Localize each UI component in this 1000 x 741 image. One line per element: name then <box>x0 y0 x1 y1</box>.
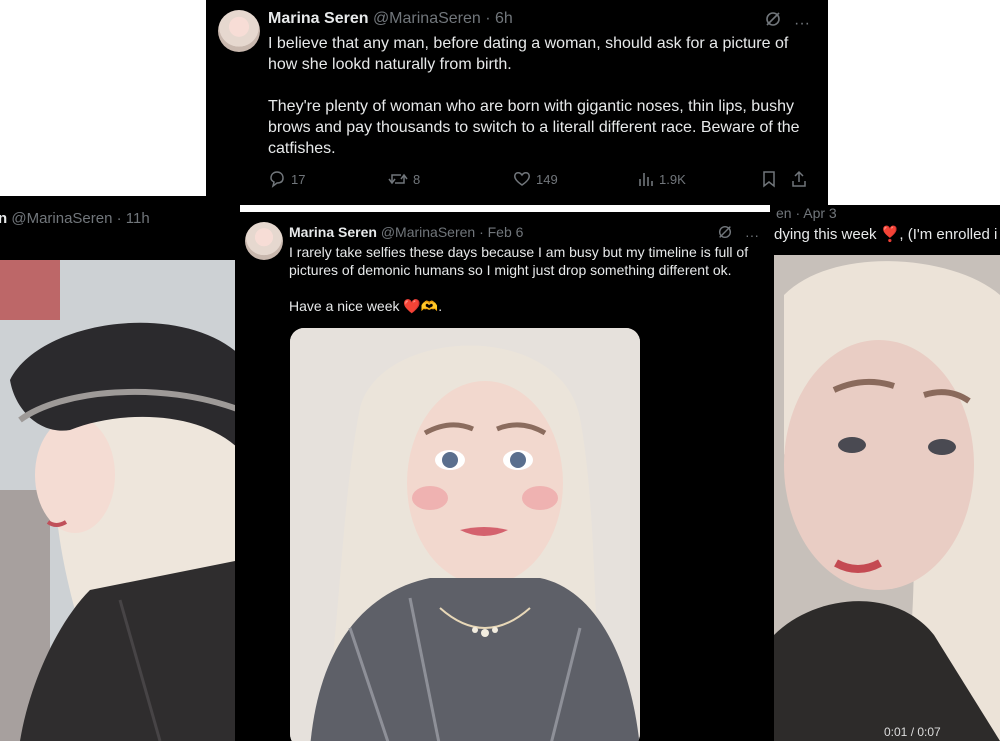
views-icon <box>636 170 654 188</box>
author-handle[interactable]: @MarinaSeren · Feb 6 <box>381 224 524 240</box>
photo-illustration <box>0 260 240 741</box>
author-name-partial[interactable]: n <box>0 210 7 227</box>
tweet-paragraph: They're plenty of woman who are born wit… <box>268 98 800 157</box>
avatar[interactable] <box>245 222 283 260</box>
views-count: 1.9K <box>659 171 686 187</box>
tweet-actions: 17 8 149 1.9K <box>268 170 810 194</box>
tweet-top-icons: ··· <box>764 10 810 33</box>
tweet-text: I believe that any man, before dating a … <box>268 33 818 180</box>
repost-button[interactable]: 8 <box>388 170 420 188</box>
more-icon[interactable]: ··· <box>745 227 759 243</box>
author-name[interactable]: Marina Seren <box>268 10 368 27</box>
tweet-top-icons: ··· <box>717 224 759 243</box>
reply-count: 17 <box>291 171 306 187</box>
video-timestamp: 0:01 / 0:07 <box>884 725 941 739</box>
photo-illustration <box>290 328 640 741</box>
reply-icon <box>268 170 286 188</box>
like-icon <box>513 170 531 188</box>
tweet-card-left[interactable]: n @MarinaSeren · 11h <box>0 196 240 741</box>
repost-icon <box>388 170 408 188</box>
tweet-photo[interactable] <box>290 328 640 741</box>
like-count: 149 <box>536 171 558 187</box>
tweet-header-partial[interactable]: en · Apr 3 <box>776 205 837 221</box>
avatar[interactable] <box>218 10 260 52</box>
bookmark-icon <box>760 170 778 188</box>
more-icon[interactable]: ··· <box>794 15 810 32</box>
tweet-text: I rarely take selfies these days because… <box>289 243 759 333</box>
author-handle[interactable]: @MarinaSeren · 6h <box>373 10 513 27</box>
tweet-paragraph: I rarely take selfies these days because… <box>289 244 749 278</box>
tweet-card-top[interactable]: Marina Seren @MarinaSeren · 6h ··· I bel… <box>206 0 828 205</box>
tweet-header: n @MarinaSeren · 11h <box>0 210 150 227</box>
tweet-photo[interactable] <box>0 260 240 741</box>
tweet-text-partial: dying this week ❣️, (I'm enrolled i <box>774 226 998 243</box>
author-handle[interactable]: @MarinaSeren · 11h <box>11 210 149 227</box>
grok-icon[interactable] <box>764 10 782 28</box>
tweet-header: Marina Seren @MarinaSeren · Feb 6 <box>289 224 523 240</box>
tweet-card-right[interactable]: en · Apr 3 dying this week ❣️, (I'm enro… <box>770 205 1000 741</box>
tweet-paragraph: I believe that any man, before dating a … <box>268 35 789 73</box>
repost-count: 8 <box>413 171 421 187</box>
tweet-paragraph: Have a nice week ❤️🫶. <box>289 298 443 314</box>
grok-icon[interactable] <box>717 224 733 240</box>
author-name[interactable]: Marina Seren <box>289 224 377 240</box>
video-frame-illustration <box>774 255 1000 741</box>
tweet-card-middle[interactable]: Marina Seren @MarinaSeren · Feb 6 ··· I … <box>235 212 773 741</box>
tweet-video[interactable]: 0:01 / 0:07 <box>774 255 1000 741</box>
like-button[interactable]: 149 <box>513 170 558 188</box>
views-button[interactable]: 1.9K <box>636 170 686 188</box>
share-button[interactable] <box>790 170 808 188</box>
bookmark-button[interactable] <box>760 170 778 188</box>
tweet-header: Marina Seren @MarinaSeren · 6h <box>268 10 513 28</box>
reply-button[interactable]: 17 <box>268 170 305 188</box>
share-icon <box>790 170 808 188</box>
